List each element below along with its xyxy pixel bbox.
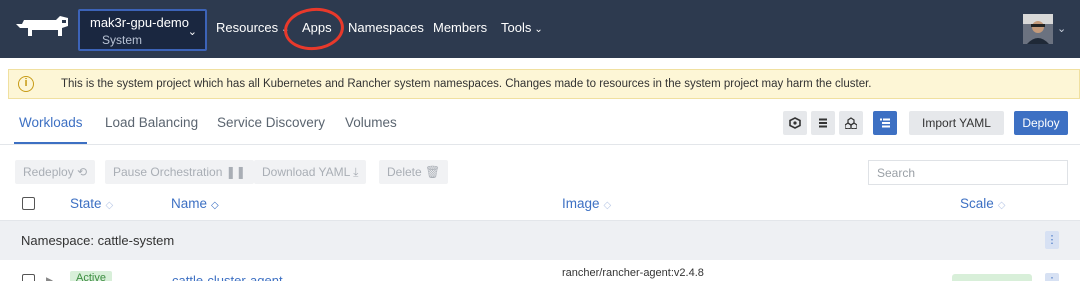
column-header-image[interactable]: Image ◇: [562, 196, 611, 211]
sort-icon: ◇: [105, 200, 114, 211]
column-header-state[interactable]: State ◇: [70, 196, 113, 211]
tabs-divider: [0, 144, 1080, 145]
sort-icon: ◇: [603, 200, 612, 211]
scale-indicator[interactable]: [952, 274, 1032, 281]
row-actions-menu-icon[interactable]: ⋮: [1045, 273, 1059, 281]
nav-members[interactable]: Members: [433, 20, 487, 35]
tab-volumes[interactable]: Volumes: [345, 115, 397, 130]
column-image-label: Image: [562, 196, 600, 211]
info-circle-icon: i: [18, 76, 34, 92]
sort-icon: ◇: [211, 200, 219, 211]
download-icon: ⤓: [353, 165, 359, 179]
nav-resources-label: Resources: [216, 20, 279, 35]
redeploy-button[interactable]: Redeploy ⟲: [15, 160, 96, 184]
nav-tools[interactable]: Tools ⌄: [501, 20, 543, 35]
namespace-group-label: Namespace: cattle-system: [21, 233, 175, 248]
column-header-scale[interactable]: Scale ◇: [960, 196, 1005, 211]
pause-orchestration-button[interactable]: Pause Orchestration ❚❚: [105, 160, 254, 184]
chevron-down-icon: ⌄: [281, 24, 290, 35]
nav-resources[interactable]: Resources ⌄: [216, 20, 290, 35]
download-yaml-label: Download YAML: [262, 165, 350, 179]
top-navigation-bar: mak3r-gpu-demo System ⌄ Resources ⌄ Apps …: [0, 0, 1080, 58]
nav-namespaces-label: Namespaces: [348, 20, 424, 35]
column-header-name[interactable]: Name ◇: [171, 196, 219, 211]
download-yaml-button[interactable]: Download YAML ⤓: [254, 160, 367, 184]
nav-apps[interactable]: Apps: [302, 20, 332, 35]
pause-orchestration-label: Pause Orchestration: [113, 165, 223, 179]
pause-icon: ❚❚: [225, 165, 246, 179]
user-avatar[interactable]: [1023, 14, 1053, 44]
search-input[interactable]: [868, 160, 1068, 185]
tab-load-balancing[interactable]: Load Balancing: [105, 115, 198, 130]
namespace-group-row: Namespace: cattle-system ⋮: [0, 221, 1080, 260]
cluster-project-selector[interactable]: mak3r-gpu-demo System ⌄: [78, 9, 207, 51]
banner-message: This is the system project which has all…: [61, 78, 872, 90]
delete-label: Delete: [387, 165, 422, 179]
workload-image: rancher/rancher-agent:v2.4.8: [562, 267, 704, 279]
nav-apps-label: Apps: [302, 20, 332, 35]
tab-service-discovery[interactable]: Service Discovery: [217, 115, 325, 130]
column-scale-label: Scale: [960, 196, 994, 211]
import-yaml-button[interactable]: Import YAML: [909, 111, 1004, 135]
delete-button[interactable]: Delete 🗑: [379, 160, 449, 184]
column-name-label: Name: [171, 196, 208, 211]
cluster-name: mak3r-gpu-demo: [90, 15, 189, 30]
trash-icon: 🗑: [425, 165, 441, 179]
node-view-icon: [789, 117, 801, 129]
system-project-warning-banner: i This is the system project which has a…: [8, 69, 1080, 99]
list-view-icon: [819, 118, 827, 128]
workload-name-link[interactable]: cattle-cluster-agent: [172, 273, 283, 281]
expand-row-icon[interactable]: ▶: [46, 275, 53, 281]
redeploy-label: Redeploy: [23, 165, 74, 179]
rancher-logo-icon[interactable]: [12, 14, 72, 44]
nav-members-label: Members: [433, 20, 488, 35]
namespace-view-icon: [880, 118, 890, 128]
sort-icon: ◇: [997, 200, 1006, 211]
status-badge: Active: [70, 271, 112, 281]
node-view-button[interactable]: [783, 111, 807, 135]
group-view-icon: [845, 117, 857, 129]
chevron-down-icon: ⌄: [534, 24, 543, 35]
project-name: System: [102, 33, 143, 47]
group-view-button[interactable]: [839, 111, 863, 135]
row-checkbox[interactable]: [22, 274, 35, 281]
redeploy-icon: ⟲: [77, 165, 88, 179]
nav-tools-label: Tools: [501, 20, 532, 35]
group-actions-menu-icon[interactable]: ⋮: [1045, 231, 1059, 249]
list-view-button[interactable]: [811, 111, 835, 135]
chevron-down-icon: ⌄: [187, 26, 197, 38]
select-all-checkbox[interactable]: [22, 197, 35, 210]
deploy-button[interactable]: Deploy: [1014, 111, 1068, 135]
namespace-view-button[interactable]: [873, 111, 897, 135]
nav-namespaces[interactable]: Namespaces: [348, 20, 424, 35]
column-state-label: State: [70, 196, 102, 211]
tab-workloads[interactable]: Workloads: [19, 115, 83, 130]
chevron-down-icon[interactable]: ⌄: [1057, 22, 1066, 35]
